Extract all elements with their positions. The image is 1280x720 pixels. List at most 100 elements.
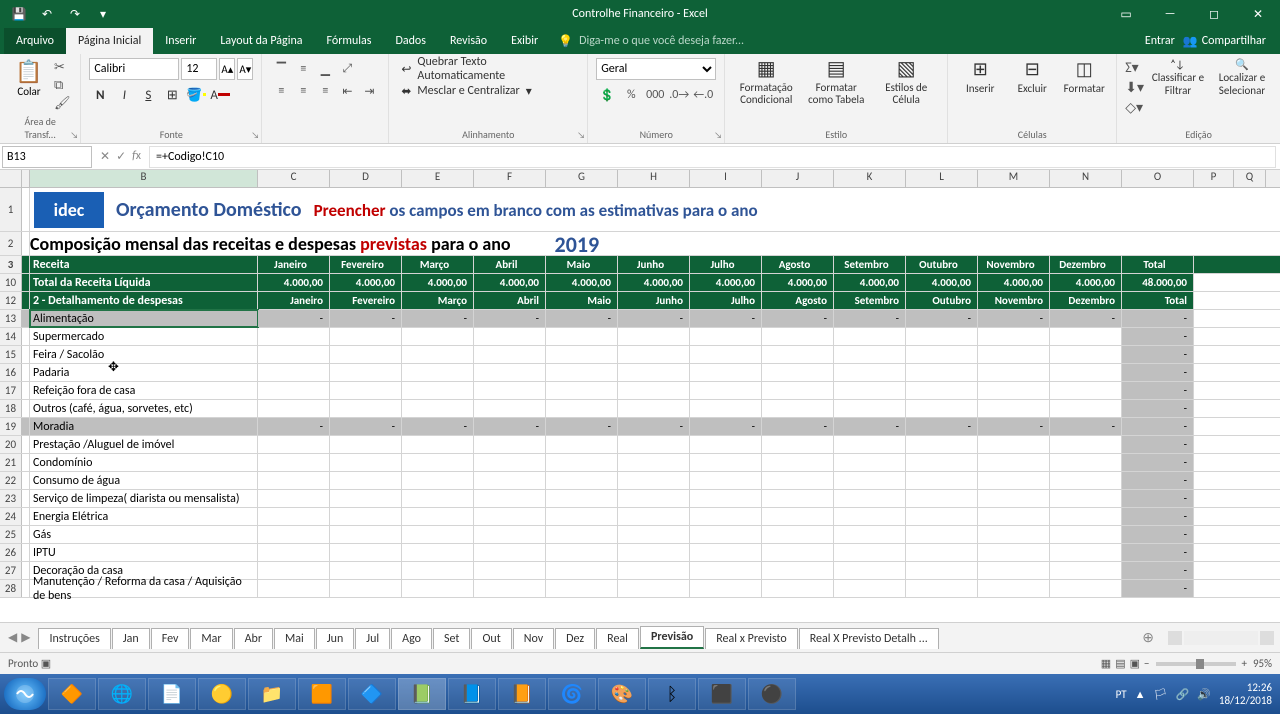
cell[interactable] — [618, 328, 690, 345]
formula-input[interactable]: =+Codigo!C10 — [149, 146, 1276, 168]
row-header[interactable]: 22 — [0, 472, 22, 489]
normal-view-icon[interactable]: ▦ — [1101, 657, 1111, 670]
cell[interactable] — [762, 490, 834, 507]
align-middle-icon[interactable]: ≡ — [292, 58, 314, 80]
cell[interactable] — [330, 544, 402, 561]
share-button[interactable]: 👥 Compartilhar — [1183, 34, 1266, 49]
cell[interactable] — [762, 400, 834, 417]
cell[interactable] — [834, 382, 906, 399]
cell[interactable] — [1050, 400, 1122, 417]
cell[interactable]: 4.000,00 — [474, 274, 546, 291]
zoom-out-icon[interactable]: − — [1144, 657, 1149, 670]
row-header[interactable]: 15 — [0, 346, 22, 363]
paste-button[interactable]: 📋 Colar — [8, 58, 50, 98]
find-select-button[interactable]: 🔍Localizar e Selecionar — [1212, 58, 1272, 97]
cell[interactable] — [474, 454, 546, 471]
sheet-tab[interactable]: Real X Previsto Detalh ... — [799, 628, 939, 649]
cell[interactable] — [906, 508, 978, 525]
cell[interactable] — [834, 544, 906, 561]
horizontal-scrollbar[interactable] — [1162, 631, 1280, 645]
cancel-formula-icon[interactable]: ✕ — [100, 149, 110, 164]
cell[interactable] — [978, 526, 1050, 543]
cell[interactable] — [834, 490, 906, 507]
col-header[interactable]: J — [762, 170, 834, 187]
cell[interactable] — [330, 382, 402, 399]
sheet-tab[interactable]: Mai — [274, 628, 315, 649]
cell[interactable] — [546, 364, 618, 381]
cell[interactable] — [906, 490, 978, 507]
cell[interactable] — [762, 436, 834, 453]
cell[interactable] — [690, 580, 762, 597]
sheet-tab[interactable]: Jul — [355, 628, 390, 649]
col-header[interactable] — [22, 170, 30, 187]
align-bottom-icon[interactable]: ▁ — [314, 58, 336, 80]
cell[interactable] — [834, 526, 906, 543]
cell[interactable]: 4.000,00 — [834, 274, 906, 291]
cell[interactable]: 4.000,00 — [1050, 274, 1122, 291]
row-header[interactable]: 20 — [0, 436, 22, 453]
cell[interactable]: Janeiro — [258, 292, 330, 309]
tab-pagina-inicial[interactable]: Página Inicial — [66, 28, 153, 54]
cell[interactable]: - — [1122, 400, 1194, 417]
cell[interactable] — [258, 346, 330, 363]
sheet-tab[interactable]: Real x Previsto — [705, 628, 798, 649]
dialog-launcher-icon[interactable]: ↘ — [251, 130, 259, 141]
cell[interactable] — [690, 562, 762, 579]
cell[interactable] — [762, 526, 834, 543]
cell[interactable] — [978, 580, 1050, 597]
taskbar-app3-icon[interactable]: ⬛ — [698, 678, 746, 710]
sheet-tab[interactable]: Real — [596, 628, 639, 649]
cell[interactable] — [474, 526, 546, 543]
cell[interactable]: - — [834, 418, 906, 435]
cell[interactable] — [258, 526, 330, 543]
cell[interactable] — [906, 400, 978, 417]
cell[interactable] — [834, 364, 906, 381]
cell[interactable]: Setembro — [834, 256, 906, 273]
row-header[interactable]: 1 — [0, 188, 22, 231]
cell[interactable] — [690, 490, 762, 507]
cell[interactable]: Fevereiro — [330, 292, 402, 309]
cell[interactable]: IPTU — [30, 544, 258, 561]
cell[interactable]: - — [402, 418, 474, 435]
cell[interactable]: - — [1122, 580, 1194, 597]
cell[interactable] — [978, 400, 1050, 417]
cell[interactable] — [906, 346, 978, 363]
cell[interactable]: Setembro — [834, 292, 906, 309]
cell[interactable] — [834, 472, 906, 489]
cell[interactable] — [1050, 328, 1122, 345]
zoom-slider[interactable] — [1156, 662, 1236, 666]
border-button[interactable]: ⊞ — [161, 84, 183, 106]
cell[interactable]: Receita — [30, 256, 258, 273]
qat-customize-icon[interactable]: ▾ — [92, 3, 114, 25]
wrap-text-button[interactable]: ↩ Quebrar Texto Automaticamente — [397, 58, 579, 80]
format-as-table-button[interactable]: ▤Formatar como Tabela — [803, 58, 869, 106]
delete-cells-button[interactable]: ⊟Excluir — [1008, 58, 1056, 95]
cell[interactable]: 4.000,00 — [330, 274, 402, 291]
cell[interactable] — [546, 508, 618, 525]
taskbar-app-icon[interactable]: 🔷 — [348, 678, 396, 710]
sheet-tab[interactable]: Abr — [234, 628, 273, 649]
dialog-launcher-icon[interactable]: ↘ — [70, 130, 78, 141]
cell[interactable] — [1050, 580, 1122, 597]
cell[interactable] — [690, 382, 762, 399]
cell[interactable] — [690, 544, 762, 561]
cell[interactable] — [330, 526, 402, 543]
row-header[interactable]: 16 — [0, 364, 22, 381]
cell[interactable] — [762, 346, 834, 363]
sheet-tab[interactable]: Jan — [112, 628, 150, 649]
new-sheet-button[interactable]: ⊕ — [1134, 629, 1162, 646]
cell[interactable]: - — [1122, 472, 1194, 489]
cell[interactable] — [690, 472, 762, 489]
cell[interactable] — [402, 346, 474, 363]
cell[interactable] — [258, 454, 330, 471]
cell[interactable] — [546, 382, 618, 399]
italic-button[interactable]: I — [113, 84, 135, 106]
ribbon-display-icon[interactable]: ▭ — [1104, 0, 1148, 28]
cell[interactable] — [834, 580, 906, 597]
tray-lang[interactable]: PT — [1116, 688, 1127, 701]
fill-color-button[interactable]: 🪣 — [185, 84, 207, 106]
cell[interactable] — [690, 328, 762, 345]
cell[interactable] — [474, 382, 546, 399]
cell[interactable] — [618, 436, 690, 453]
col-header[interactable]: E — [402, 170, 474, 187]
